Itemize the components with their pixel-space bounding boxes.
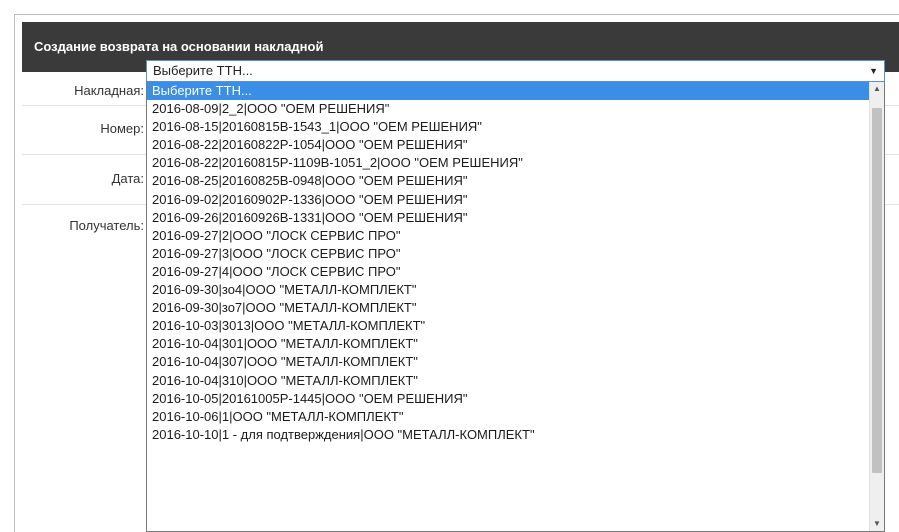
- invoice-option[interactable]: 2016-10-03|3013|ООО "МЕТАЛЛ-КОМПЛЕКТ": [147, 317, 871, 335]
- invoice-option[interactable]: 2016-08-15|20160815B-1543_1|ООО "ОЕМ РЕШ…: [147, 118, 871, 136]
- invoice-select-value: Выберите ТТН...: [153, 63, 253, 78]
- invoice-option[interactable]: 2016-08-09|2_2|ООО "ОЕМ РЕШЕНИЯ": [147, 100, 871, 118]
- invoice-option[interactable]: 2016-09-27|3|ООО "ЛОСК СЕРВИС ПРО": [147, 245, 871, 263]
- arrow-up-icon[interactable]: ▲: [870, 82, 884, 96]
- invoice-dropdown-list[interactable]: Выберите ТТН... 2016-08-09|2_2|ООО "ОЕМ Р…: [146, 82, 885, 532]
- invoice-option[interactable]: 2016-09-30|зо7|ООО "МЕТАЛЛ-КОМПЛЕКТ": [147, 299, 871, 317]
- invoice-option[interactable]: 2016-08-22|20160822P-1054|ООО "ОЕМ РЕШЕН…: [147, 136, 871, 154]
- number-label: Номер:: [100, 121, 144, 136]
- invoice-label: Накладная:: [74, 83, 144, 98]
- invoice-options: Выберите ТТН... 2016-08-09|2_2|ООО "ОЕМ Р…: [147, 82, 871, 444]
- recipient-label: Получатель:: [69, 218, 144, 233]
- invoice-option[interactable]: 2016-10-10|1 - для подтверждения|ООО "МЕ…: [147, 426, 871, 444]
- invoice-option[interactable]: 2016-09-02|20160902P-1336|ООО "ОЕМ РЕШЕН…: [147, 191, 871, 209]
- invoice-option[interactable]: 2016-10-06|1|ООО "МЕТАЛЛ-КОМПЛЕКТ": [147, 408, 871, 426]
- invoice-option[interactable]: 2016-09-27|2|ООО "ЛОСК СЕРВИС ПРО": [147, 227, 871, 245]
- invoice-option[interactable]: Выберите ТТН...: [147, 82, 871, 101]
- dropdown-scrollbar[interactable]: ▲ ▼: [869, 82, 884, 531]
- arrow-down-icon[interactable]: ▼: [870, 517, 884, 531]
- invoice-option[interactable]: 2016-10-04|301|ООО "МЕТАЛЛ-КОМПЛЕКТ": [147, 335, 871, 353]
- invoice-option[interactable]: 2016-10-04|310|ООО "МЕТАЛЛ-КОМПЛЕКТ": [147, 372, 871, 390]
- scrollbar-thumb[interactable]: [872, 108, 882, 473]
- date-label: Дата:: [111, 171, 144, 186]
- invoice-option[interactable]: 2016-10-05|20161005P-1445|ООО "ОЕМ РЕШЕН…: [147, 390, 871, 408]
- invoice-option[interactable]: 2016-10-04|307|ООО "МЕТАЛЛ-КОМПЛЕКТ": [147, 353, 871, 371]
- invoice-option[interactable]: 2016-09-30|зо4|ООО "МЕТАЛЛ-КОМПЛЕКТ": [147, 281, 871, 299]
- chevron-down-icon[interactable]: ▼: [869, 61, 878, 81]
- invoice-option[interactable]: 2016-09-26|20160926B-1331|ООО "ОЕМ РЕШЕН…: [147, 209, 871, 227]
- invoice-option[interactable]: 2016-08-22|20160815P-1109B-1051_2|ООО "О…: [147, 154, 871, 172]
- invoice-select[interactable]: Выберите ТТН... ▼: [146, 60, 885, 82]
- invoice-option[interactable]: 2016-08-25|20160825B-0948|ООО "ОЕМ РЕШЕН…: [147, 172, 871, 190]
- invoice-option[interactable]: 2016-09-27|4|ООО "ЛОСК СЕРВИС ПРО": [147, 263, 871, 281]
